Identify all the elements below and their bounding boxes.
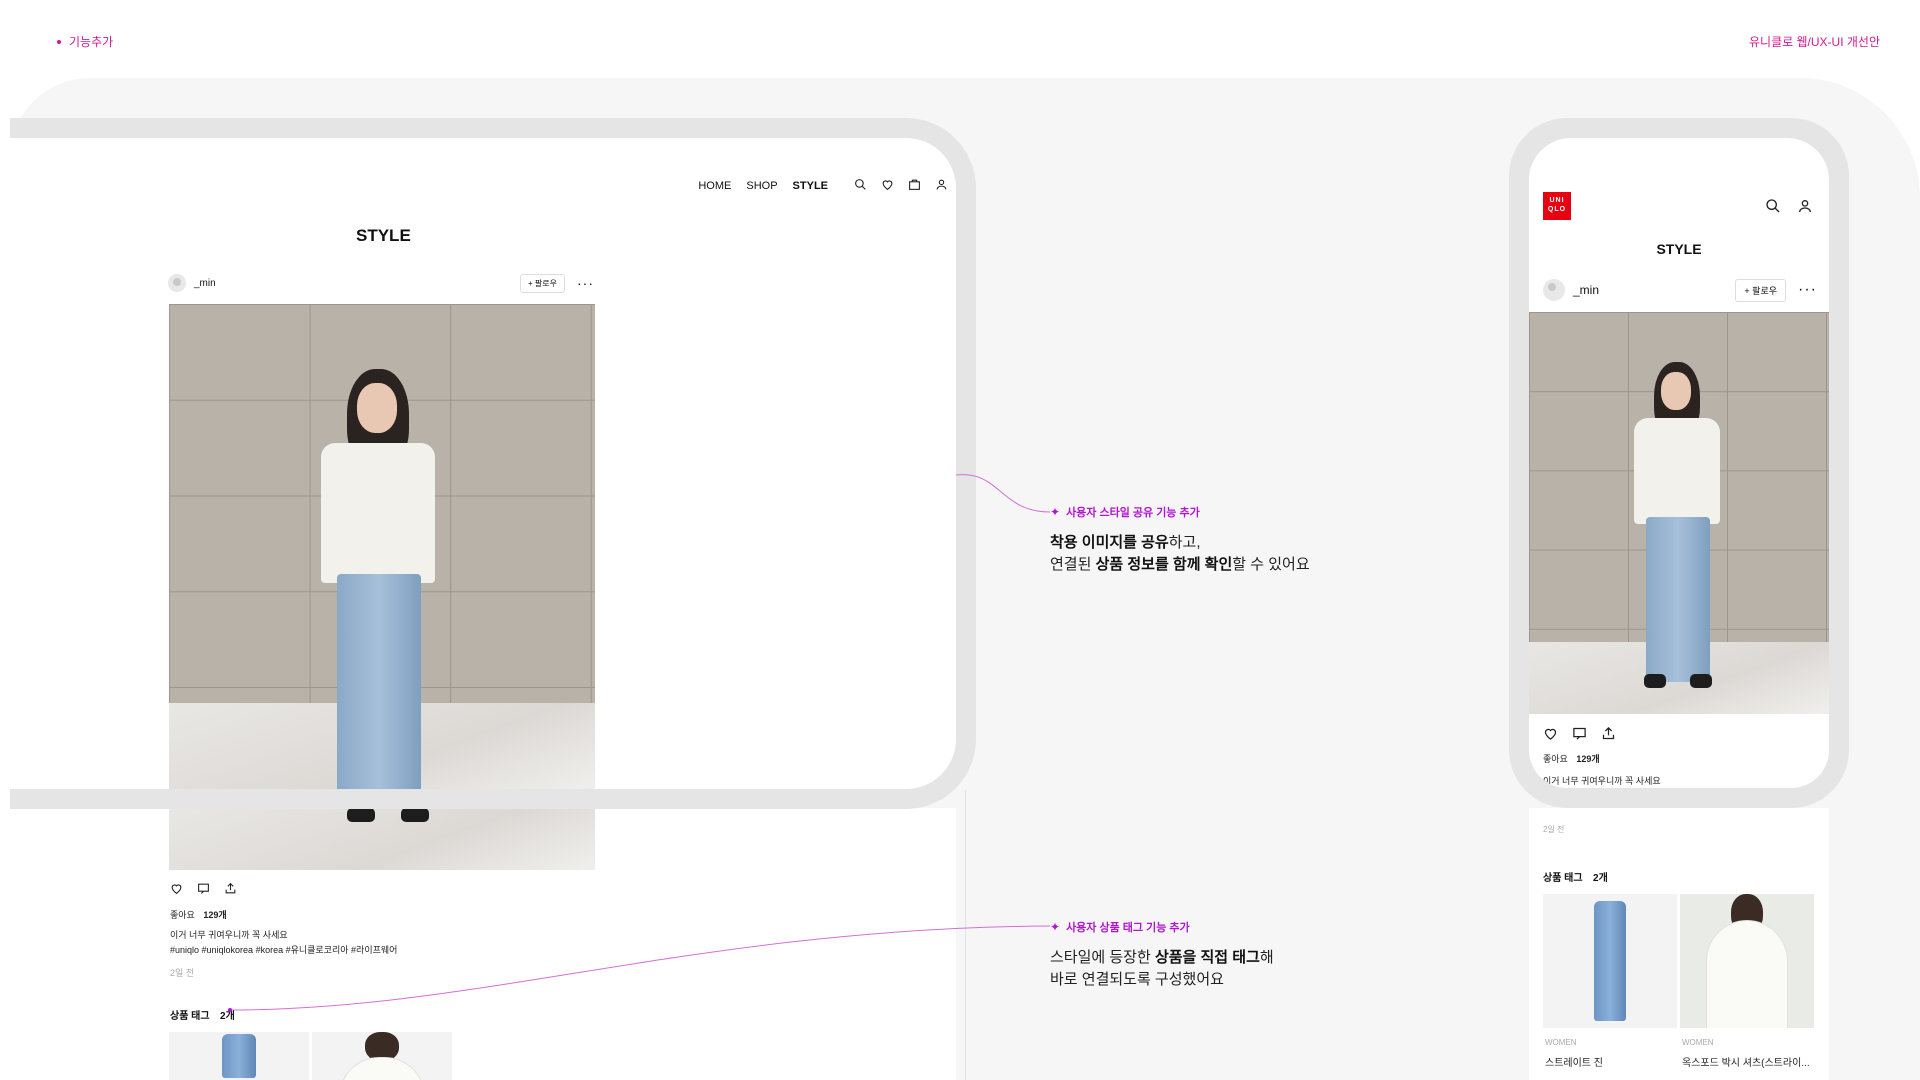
desktop-screen: HOME SHOP STYLE STYLE _min + 팔로우 ··· — [10, 138, 956, 789]
post-hashtags[interactable]: #uniqlo #uniqlokorea #korea #유니클로코리아 #라이… — [170, 943, 397, 956]
username[interactable]: _min — [1573, 283, 1599, 297]
anno-emph: 상품을 직접 태그 — [1154, 949, 1260, 966]
product-tags-header: 상품 태그 2개 — [170, 1006, 235, 1024]
annotation-body: 스타일에 등장한 상품을 직접 태그해 바로 연결되도록 구성했어요 — [1050, 947, 1274, 991]
product-tags-label: 상품 태그 — [170, 1011, 210, 1022]
annotation-style-share: ✦ 사용자 스타일 공유 기능 추가 착용 이미지를 공유하고, 연결된 상품 … — [1050, 504, 1310, 576]
mobile-post-actions — [1543, 726, 1616, 741]
product-tags-count: 2개 — [220, 1011, 235, 1022]
likes-count: 129개 — [203, 910, 227, 920]
likes-row: 좋아요 129개 — [170, 908, 227, 921]
follow-button[interactable]: + 팔로우 — [520, 273, 565, 293]
more-options-button[interactable]: ··· — [577, 275, 594, 291]
anno-text: 할 수 있어요 — [1232, 556, 1310, 573]
share-icon[interactable] — [224, 882, 237, 895]
section-tag-label: 기능추가 — [69, 35, 114, 49]
bullet-dot — [57, 39, 61, 44]
post-photo-lower — [169, 808, 595, 870]
likes-label: 좋아요 — [170, 910, 195, 920]
bag-icon[interactable] — [908, 178, 921, 191]
product-name[interactable]: 옥스포드 박시 셔츠(스트라이... — [1682, 1054, 1812, 1069]
anno-emph: 상품 정보를 함께 확인 — [1095, 556, 1233, 573]
desktop-frame: HOME SHOP STYLE STYLE _min + 팔로우 ··· — [10, 118, 976, 809]
desktop-overflow-content: 좋아요 129개 이거 너무 귀여우니까 꼭 사세요 #uniqlo #uniq… — [10, 808, 956, 1080]
heart-icon[interactable] — [170, 882, 183, 895]
heart-icon[interactable] — [1543, 726, 1558, 741]
anno-text: 바로 연결되도록 구성했어요 — [1050, 971, 1224, 988]
page-title: STYLE — [356, 226, 411, 245]
anno-text: 스타일에 등장한 — [1050, 949, 1155, 966]
mobile-likes-row: 좋아요 129개 — [1543, 752, 1600, 765]
post-time: 2일 전 — [170, 968, 195, 978]
product-name[interactable]: 스트레이트 진 — [1545, 1054, 1603, 1069]
follow-button[interactable]: + 팔로우 — [1735, 278, 1787, 302]
logo-line-1: UNI — [1549, 197, 1565, 204]
section-tag: 기능추가 — [57, 33, 113, 50]
mobile-product-card-shirt[interactable] — [1680, 894, 1814, 1028]
comment-icon[interactable] — [1572, 726, 1587, 741]
more-options-button[interactable]: ··· — [1798, 281, 1817, 299]
anno-emph: 착용 이미지를 공유 — [1050, 534, 1169, 551]
main-nav: HOME SHOP STYLE — [698, 180, 828, 192]
mobile-post-photo[interactable] — [1529, 312, 1829, 714]
nav-home[interactable]: HOME — [698, 180, 731, 192]
mobile-overflow-content: 2일 전 상품 태그 2개 WOMEN 스트레이트 진 WOMEN 옥스포드 박… — [1529, 808, 1829, 1080]
sparkle-icon: ✦ — [1050, 505, 1061, 519]
mobile-page-title: STYLE — [1656, 241, 1702, 257]
anno-text: 하고, — [1168, 534, 1201, 551]
avatar[interactable] — [1543, 279, 1565, 301]
mobile-frame: UNI QLO STYLE _min + 팔로우 ··· 좋아요 129개 이거… — [1509, 118, 1849, 808]
project-title: 유니클로 웹/UX-UI 개선안 — [1749, 35, 1880, 49]
anno-text: 해 — [1259, 949, 1274, 966]
uniqlo-logo[interactable]: UNI QLO — [1543, 192, 1571, 220]
mobile-post-caption: 이거 너무 귀여우니까 꼭 사세요 — [1543, 776, 1661, 786]
annotation-title-text: 사용자 상품 태그 기능 추가 — [1066, 922, 1190, 934]
sparkle-icon: ✦ — [1050, 920, 1061, 934]
anno-text: 연결된 — [1050, 556, 1096, 573]
product-category: WOMEN — [1682, 1038, 1714, 1047]
mobile-product-card-jeans[interactable] — [1543, 894, 1677, 1028]
likes-count: 129개 — [1576, 754, 1600, 764]
product-category: WOMEN — [1545, 1038, 1577, 1047]
product-card-jeans[interactable] — [169, 1032, 309, 1080]
user-icon[interactable] — [935, 178, 948, 191]
mobile-post-time: 2일 전 — [1543, 825, 1565, 834]
heart-icon[interactable] — [881, 178, 894, 191]
annotation-title: ✦ 사용자 스타일 공유 기능 추가 — [1050, 504, 1310, 520]
product-card-shirt[interactable] — [312, 1032, 452, 1080]
annotation-product-tag: ✦ 사용자 상품 태그 기능 추가 스타일에 등장한 상품을 직접 태그해 바로… — [1050, 919, 1274, 991]
likes-label: 좋아요 — [1543, 754, 1568, 764]
user-icon[interactable] — [1797, 198, 1813, 214]
mobile-product-tags-header: 상품 태그 2개 — [1543, 868, 1608, 886]
header-icons — [854, 178, 948, 191]
annotation-title-text: 사용자 스타일 공유 기능 추가 — [1066, 507, 1200, 519]
post-header: _min + 팔로우 ··· — [168, 272, 594, 294]
post-caption: 이거 너무 귀여우니까 꼭 사세요 — [170, 930, 288, 940]
divider — [965, 790, 966, 1080]
search-icon[interactable] — [1765, 198, 1781, 214]
mobile-post-header: _min + 팔로우 ··· — [1543, 278, 1817, 302]
logo-line-2: QLO — [1547, 206, 1567, 213]
mobile-product-tags-label: 상품 태그 — [1543, 873, 1583, 884]
share-icon[interactable] — [1601, 726, 1616, 741]
nav-shop[interactable]: SHOP — [746, 180, 777, 192]
post-photo[interactable] — [169, 304, 595, 789]
mobile-product-tags-count: 2개 — [1593, 873, 1608, 884]
comment-icon[interactable] — [197, 882, 210, 895]
annotation-body: 착용 이미지를 공유하고, 연결된 상품 정보를 함께 확인할 수 있어요 — [1050, 532, 1310, 576]
post-actions — [170, 882, 237, 895]
nav-style[interactable]: STYLE — [793, 180, 828, 192]
mobile-screen: UNI QLO STYLE _min + 팔로우 ··· 좋아요 129개 이거… — [1529, 138, 1829, 788]
avatar[interactable] — [168, 274, 186, 292]
annotation-title: ✦ 사용자 상품 태그 기능 추가 — [1050, 919, 1274, 935]
username[interactable]: _min — [194, 278, 216, 289]
search-icon[interactable] — [854, 178, 867, 191]
